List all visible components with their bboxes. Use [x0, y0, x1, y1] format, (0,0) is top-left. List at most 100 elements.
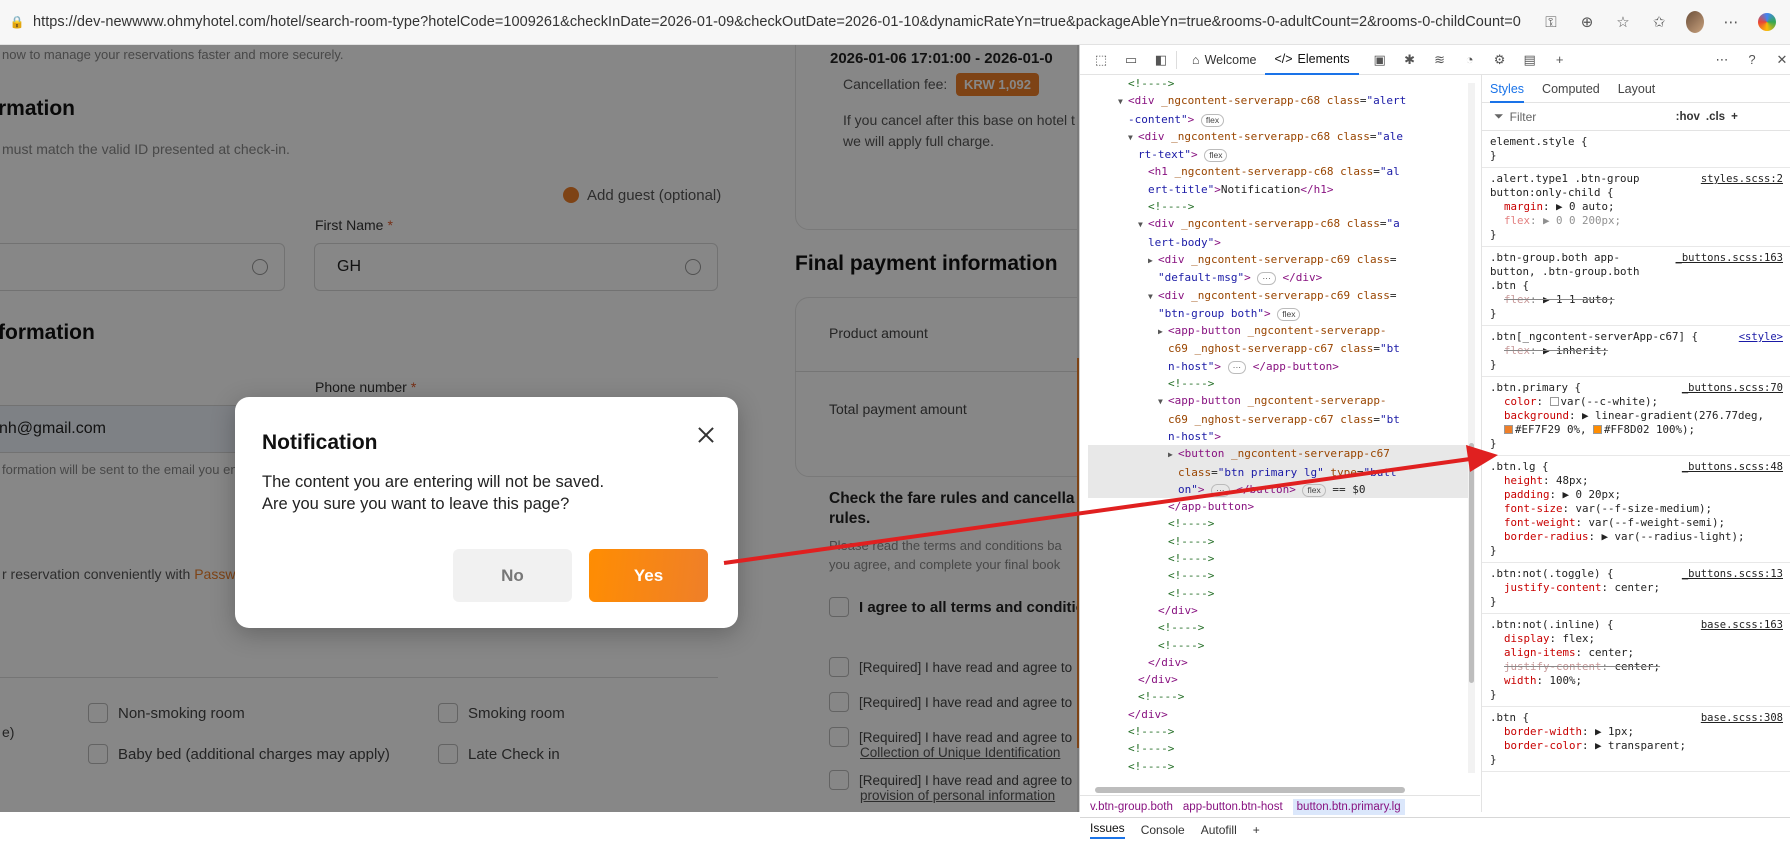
dom-node-line[interactable]: <!----> [1088, 619, 1473, 636]
key-icon[interactable]: ⚿ [1542, 14, 1560, 31]
url-field[interactable]: https://dev-newwww.ohmyhotel.com/hotel/s… [33, 14, 1528, 30]
dom-node-line[interactable]: class="btn primary lg" type="butt [1088, 463, 1473, 481]
more-icon[interactable]: ⋯ [1713, 52, 1731, 68]
dom-node-line[interactable]: c69 _nghost-serverapp-c67 class="bt [1088, 340, 1473, 357]
tab-welcome[interactable]: ⌂ Welcome [1183, 45, 1265, 75]
dom-node-line[interactable]: -content"> flex [1088, 111, 1473, 128]
tab-computed[interactable]: Computed [1542, 82, 1600, 96]
wifi-icon[interactable]: ≋ [1431, 52, 1449, 68]
close-devtools-icon[interactable]: ✕ [1773, 52, 1790, 68]
dom-node-line[interactable]: </div> [1088, 602, 1473, 619]
breadcrumb-item[interactable]: v.btn-group.both [1090, 801, 1173, 813]
device-toolbar-icon[interactable]: ▭ [1122, 52, 1140, 68]
dom-node-line[interactable]: </div> [1088, 654, 1473, 671]
css-declaration[interactable]: display: flex; [1490, 632, 1783, 646]
dom-node-line[interactable]: <!----> [1088, 198, 1473, 215]
dom-node-line[interactable]: <!----> [1088, 515, 1473, 532]
dom-node-line[interactable]: ▶ <div _ngcontent-serverapp-c69 class= [1088, 251, 1473, 269]
css-rule[interactable]: .btn.lg {_buttons.scss:48 height: 48px; pa… [1482, 456, 1790, 563]
dom-node-line[interactable]: <!----> [1088, 637, 1473, 654]
add-rule-icon[interactable]: + [1731, 111, 1738, 123]
favorites-icon[interactable]: ✩ [1650, 13, 1668, 31]
css-source-link[interactable]: _buttons.scss:70 [1682, 381, 1783, 395]
css-source-link[interactable]: <style> [1739, 330, 1783, 344]
css-rule[interactable]: .btn[_ngcontent-serverApp-c67] {<style> f… [1482, 326, 1790, 377]
dom-hscrollbar[interactable] [1090, 786, 1475, 794]
dom-node-line[interactable]: <h1 _ngcontent-serverapp-c68 class="al [1088, 163, 1473, 180]
breadcrumb-item-current[interactable]: button.btn.primary.lg [1292, 798, 1405, 815]
inspect-icon[interactable]: ⬚ [1092, 52, 1110, 68]
add-tab-icon[interactable]: + [1253, 823, 1260, 837]
css-declaration[interactable]: align-items: center; [1490, 646, 1783, 660]
performance-icon[interactable]: ◔ [1461, 52, 1479, 67]
add-tab-icon[interactable]: + [1551, 52, 1569, 67]
console-icon[interactable]: ▣ [1371, 52, 1389, 68]
css-rule[interactable]: .btn:not(.toggle) {_buttons.scss:13 justi… [1482, 563, 1790, 614]
dom-node-line[interactable]: "btn-group both"> flex [1088, 305, 1473, 322]
css-declaration[interactable]: justify-content: center; [1490, 581, 1783, 595]
css-declaration[interactable]: background: ▶ linear-gradient(276.77deg, [1490, 409, 1783, 423]
css-source-link[interactable]: styles.scss:2 [1701, 172, 1783, 186]
tab-styles[interactable]: Styles [1490, 82, 1525, 103]
tab-elements[interactable]: </> Elements [1265, 45, 1359, 75]
dom-node-line[interactable]: ▼ <div _ngcontent-serverapp-c69 class= [1088, 287, 1473, 305]
hov-toggle[interactable]: :hov [1676, 111, 1700, 123]
copilot-icon[interactable] [1758, 13, 1776, 31]
css-rule[interactable]: .btn:not(.inline) {base.scss:163 display:… [1482, 614, 1790, 707]
dom-node-line[interactable]: n-host"> [1088, 428, 1473, 445]
css-declaration[interactable]: padding: ▶ 0 20px; [1490, 488, 1783, 502]
more-icon[interactable]: ⋯ [1722, 13, 1740, 31]
dom-node-line[interactable]: ▼ <app-button _ngcontent-serverapp- [1088, 392, 1473, 410]
css-declaration[interactable]: flex: ▶ inherit; [1490, 344, 1783, 358]
dom-node-line[interactable]: lert-body"> [1088, 234, 1473, 251]
star-icon[interactable]: ☆ [1614, 13, 1632, 31]
close-icon[interactable] [690, 419, 722, 451]
dom-node-line[interactable]: ert-title">Notification</h1> [1088, 181, 1473, 198]
dom-node-line[interactable]: ▼ <div _ngcontent-serverapp-c68 class="a [1088, 215, 1473, 233]
tab-console[interactable]: Console [1141, 823, 1185, 837]
dom-node-line[interactable]: </div> [1088, 671, 1473, 688]
css-rule[interactable]: element.style {} [1482, 131, 1790, 168]
css-declaration[interactable]: border-width: ▶ 1px; [1490, 725, 1783, 739]
css-declaration[interactable]: color: var(--c-white); [1490, 395, 1783, 409]
dom-tree[interactable]: <!----> ▼ <div _ngcontent-serverapp-c68 cl… [1088, 75, 1473, 800]
css-rule[interactable]: .btn {base.scss:308 border-width: ▶ 1px; b… [1482, 707, 1790, 772]
dom-node-line[interactable]: <!----> [1088, 723, 1473, 740]
css-declaration[interactable]: #EF7F29 0%, #FF8D02 100%); [1490, 423, 1783, 437]
css-source-link[interactable]: _buttons.scss:48 [1682, 460, 1783, 474]
dom-node-line[interactable]: <!----> [1088, 585, 1473, 602]
no-button[interactable]: No [453, 549, 572, 602]
dom-node-line[interactable]: on"> ··· </button> flex == $0 [1088, 480, 1473, 499]
scrollbar-thumb[interactable] [1095, 787, 1405, 793]
sidebar-toggle-icon[interactable]: ◧ [1152, 52, 1170, 68]
dom-node-line[interactable]: <!----> [1088, 688, 1473, 705]
dom-node-line[interactable]: "default-msg"> ··· </div> [1088, 269, 1473, 286]
tab-autofill[interactable]: Autofill [1201, 823, 1237, 837]
css-declaration[interactable]: flex: ▶ 1 1 auto; [1490, 293, 1783, 307]
gear-icon[interactable]: ⚙ [1491, 52, 1509, 68]
dom-node-line[interactable]: c69 _nghost-serverapp-c67 class="bt [1088, 411, 1473, 428]
css-declaration[interactable]: border-radius: ▶ var(--radius-light); [1490, 530, 1783, 544]
tab-layout[interactable]: Layout [1618, 82, 1656, 96]
dom-node-line[interactable]: ▼ <div _ngcontent-serverapp-c68 class="al… [1088, 128, 1473, 146]
css-source-link[interactable]: base.scss:163 [1701, 618, 1783, 632]
dom-node-line[interactable]: </div> [1088, 706, 1473, 723]
dom-node-line[interactable]: <!----> [1088, 567, 1473, 584]
bug-icon[interactable]: ✱ [1401, 52, 1419, 68]
help-icon[interactable]: ? [1743, 52, 1761, 67]
dom-node-line[interactable]: n-host"> ··· </app-button> [1088, 358, 1473, 375]
css-declaration[interactable]: width: 100%; [1490, 674, 1783, 688]
dom-scrollbar[interactable] [1468, 83, 1475, 773]
css-rule[interactable]: .alert.type1 .btn-group button:only-chil… [1482, 168, 1790, 247]
css-declaration[interactable]: height: 48px; [1490, 474, 1783, 488]
tab-issues[interactable]: Issues [1090, 821, 1125, 839]
application-icon[interactable]: ▤ [1521, 52, 1539, 68]
dom-node-line[interactable]: <!----> [1088, 375, 1473, 392]
dom-node-line[interactable]: rt-text"> flex [1088, 146, 1473, 163]
dom-node-line[interactable]: </app-button> [1088, 498, 1473, 515]
dom-node-line[interactable]: ▼ <div _ngcontent-serverapp-c68 class="al… [1088, 92, 1473, 110]
yes-button[interactable]: Yes [589, 549, 708, 602]
css-source-link[interactable]: _buttons.scss:13 [1682, 567, 1783, 581]
dom-node-line[interactable]: <!----> [1088, 75, 1473, 92]
profile-avatar[interactable] [1686, 11, 1704, 33]
